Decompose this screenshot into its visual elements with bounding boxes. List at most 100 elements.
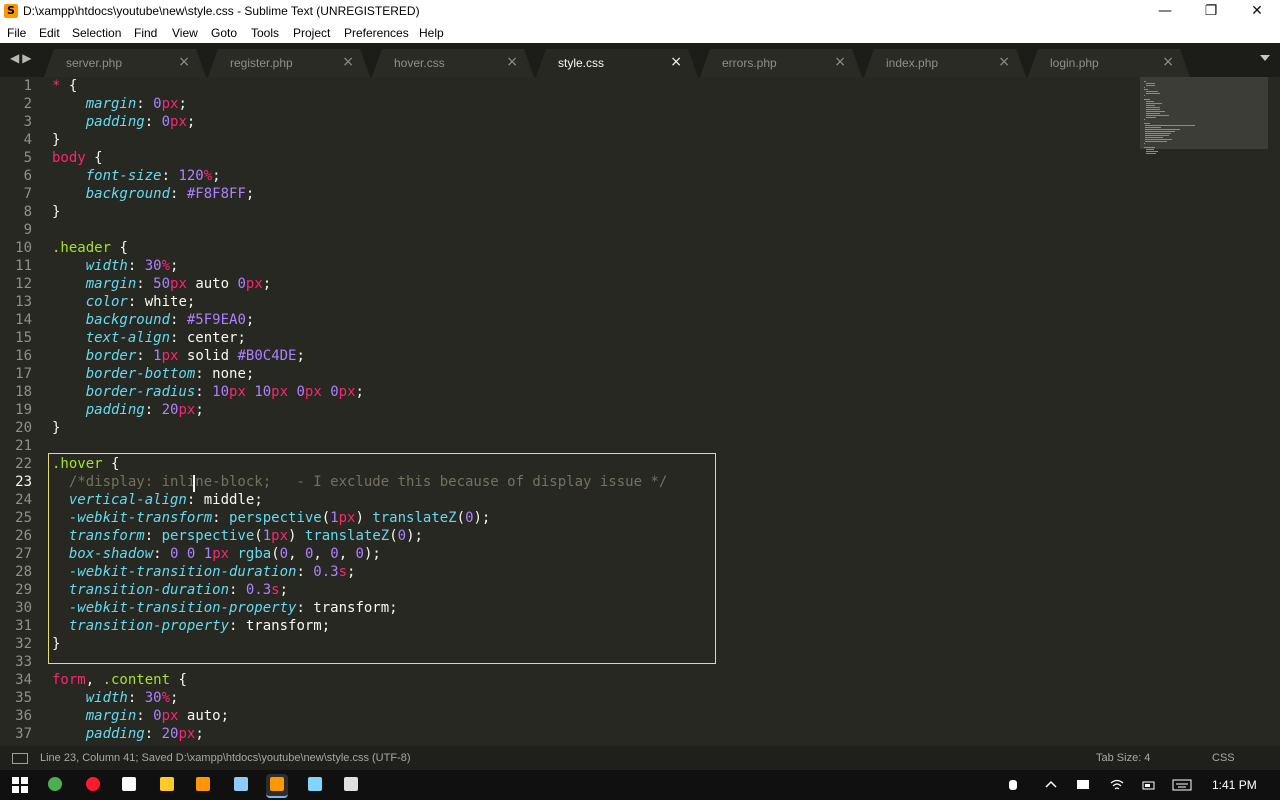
minimize-button[interactable]: — [1142, 0, 1188, 23]
menu-find[interactable]: Find [134, 25, 157, 41]
code-line[interactable]: body { [52, 149, 103, 167]
tab-close-icon[interactable]: × [342, 54, 354, 70]
menu-file[interactable]: File [7, 25, 26, 41]
line-number: 28 [15, 564, 32, 580]
menu-project[interactable]: Project [293, 25, 330, 41]
minimap-line [1145, 127, 1162, 128]
menu-goto[interactable]: Goto [211, 25, 237, 41]
code-line[interactable]: padding: 20px; [52, 725, 204, 743]
windows-start-icon[interactable] [12, 777, 28, 793]
tab-nav-arrows[interactable]: ◀▶ [10, 51, 34, 65]
volume-icon[interactable] [118, 774, 140, 796]
menu-help[interactable]: Help [419, 25, 444, 41]
close-window-button[interactable]: ✕ [1234, 0, 1280, 23]
vertical-scrollbar[interactable] [1270, 77, 1280, 746]
code-line[interactable]: padding: 20px; [52, 401, 204, 419]
code-line[interactable]: background: #5F9EA0; [52, 311, 255, 329]
tab-size-indicator[interactable]: Tab Size: 4 [1096, 746, 1150, 770]
line-number: 14 [15, 312, 32, 328]
notepad-icon[interactable] [230, 774, 252, 796]
menu-view[interactable]: View [172, 25, 198, 41]
usb-icon[interactable] [1006, 778, 1020, 792]
minimap-line [1146, 91, 1158, 92]
tab-close-icon[interactable]: × [1162, 54, 1174, 70]
minimap-line [1144, 81, 1147, 82]
keyboard-icon[interactable] [304, 774, 326, 796]
code-line[interactable]: padding: 0px; [52, 113, 196, 131]
code-line[interactable]: border: 1px solid #B0C4DE; [52, 347, 305, 365]
code-line[interactable]: background: #F8F8FF; [52, 185, 255, 203]
line-number: 8 [23, 204, 32, 220]
tab-register-php[interactable]: register.php × [208, 49, 370, 77]
code-line[interactable]: } [52, 419, 60, 437]
line-number: 32 [15, 636, 32, 652]
tab-server-php[interactable]: server.php × [44, 49, 206, 77]
code-line[interactable]: .header { [52, 239, 128, 257]
line-number: 20 [15, 420, 32, 436]
status-message: Line 23, Column 41; Saved D:\xampp\htdoc… [40, 752, 411, 764]
code-line[interactable]: border-bottom: none; [52, 365, 255, 383]
notification-icon[interactable] [1076, 778, 1090, 792]
tab-errors-php[interactable]: errors.php × [700, 49, 862, 77]
menu-bar: File Edit Selection Find View Goto Tools… [0, 23, 1280, 43]
tab-label: index.php [886, 56, 939, 70]
menu-tools[interactable]: Tools [251, 25, 279, 41]
code-line[interactable]: } [52, 203, 60, 221]
minimap-line [1144, 89, 1149, 90]
code-line[interactable]: color: white; [52, 293, 196, 311]
opera-icon[interactable] [82, 774, 104, 796]
line-number: 35 [15, 690, 32, 706]
sublime-app-icon: S [4, 4, 18, 18]
minimap-line [1146, 115, 1170, 116]
line-number: 27 [15, 546, 32, 562]
media-player-icon[interactable] [192, 774, 214, 796]
code-line[interactable]: font-size: 120%; [52, 167, 221, 185]
taskbar-clock[interactable]: 1:41 PM [1212, 778, 1257, 792]
code-line[interactable]: margin: 0px auto; [52, 707, 229, 725]
line-number: 10 [15, 240, 32, 256]
tab-style-css[interactable]: style.css × [536, 49, 698, 77]
minimap-line [1146, 107, 1161, 108]
line-number: 4 [23, 132, 32, 148]
tab-hover-css[interactable]: hover.css × [372, 49, 534, 77]
code-line[interactable]: * { [52, 77, 77, 95]
tab-login-php[interactable]: login.php × [1028, 49, 1190, 77]
menu-preferences[interactable]: Preferences [344, 25, 409, 41]
line-number: 21 [15, 438, 32, 454]
menu-edit[interactable]: Edit [39, 25, 60, 41]
chrome-icon[interactable] [44, 774, 66, 796]
sublime-text-icon[interactable] [266, 774, 288, 798]
tab-close-icon[interactable]: × [178, 54, 190, 70]
tab-close-icon[interactable]: × [670, 54, 682, 70]
tab-list-dropdown-icon[interactable] [1260, 55, 1270, 61]
tab-index-php[interactable]: index.php × [864, 49, 1026, 77]
minimap[interactable] [1140, 77, 1268, 746]
code-line[interactable]: } [52, 131, 60, 149]
paint-icon[interactable] [340, 774, 362, 796]
tab-close-icon[interactable]: × [834, 54, 846, 70]
sublime-text-glyph [270, 777, 284, 791]
code-line[interactable]: width: 30%; [52, 689, 179, 707]
code-line[interactable]: border-radius: 10px 10px 0px 0px; [52, 383, 364, 401]
line-number: 17 [15, 366, 32, 382]
menu-selection[interactable]: Selection [72, 25, 121, 41]
code-line[interactable]: width: 30%; [52, 257, 179, 275]
line-number: 1 [23, 78, 32, 94]
code-editor[interactable]: 1 2 3 4 5 6 7 8 9 10 11 12 13 14 15 16 17 18 19 20 21 22 23 24 2… [0, 77, 1280, 746]
code-line[interactable]: margin: 0px; [52, 95, 187, 113]
minimap-line [1145, 131, 1175, 132]
chevron-up-icon[interactable] [1044, 778, 1058, 792]
panel-toggle-icon[interactable] [12, 753, 28, 764]
tab-close-icon[interactable]: × [506, 54, 518, 70]
keyboard-input-icon[interactable] [1172, 778, 1192, 792]
code-line[interactable]: form, .content { [52, 671, 187, 689]
maximize-button[interactable]: ❐ [1188, 0, 1234, 23]
wifi-icon[interactable] [1110, 778, 1124, 792]
syntax-indicator[interactable]: CSS [1212, 746, 1235, 770]
minimap-line [1146, 149, 1155, 150]
battery-icon[interactable] [1142, 778, 1156, 792]
tab-close-icon[interactable]: × [998, 54, 1010, 70]
code-line[interactable]: margin: 50px auto 0px; [52, 275, 271, 293]
file-explorer-icon[interactable] [156, 774, 178, 796]
code-line[interactable]: text-align: center; [52, 329, 246, 347]
